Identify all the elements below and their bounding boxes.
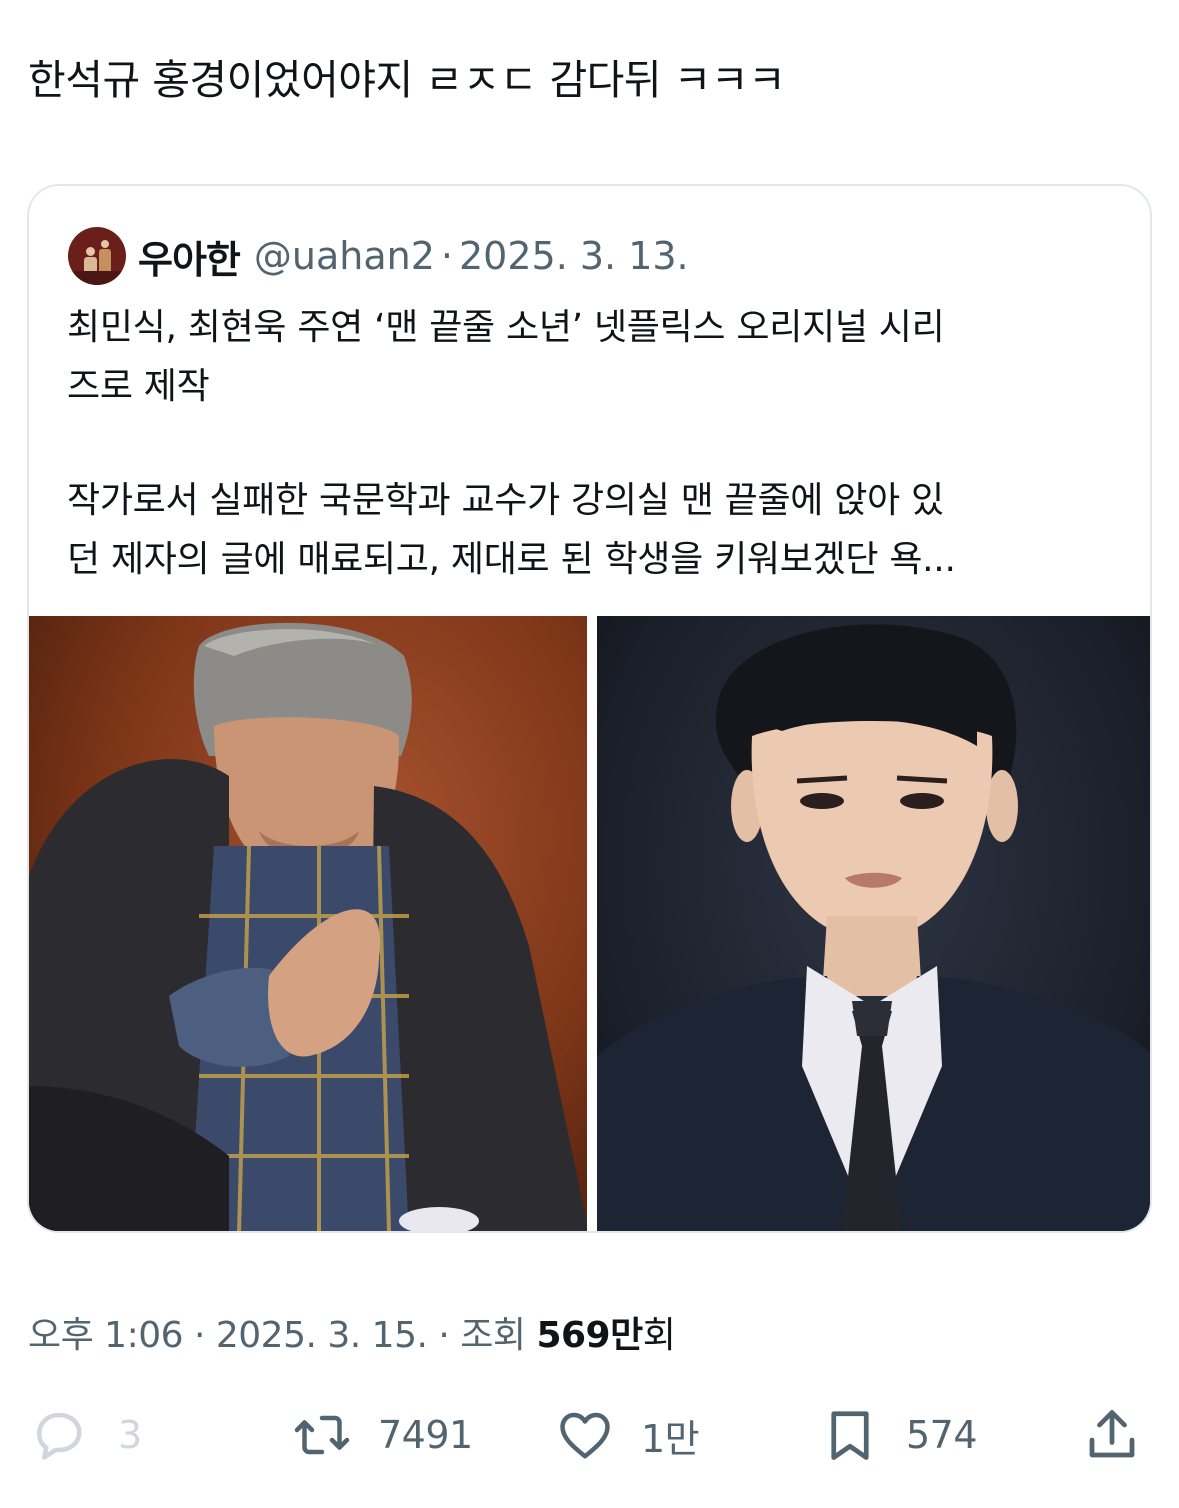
photo-older-man[interactable] bbox=[29, 616, 587, 1231]
tweet-meta: 오후 1:06 · 2025. 3. 15. · 조회 569만회 bbox=[28, 1306, 676, 1358]
share-button[interactable] bbox=[1082, 1400, 1142, 1470]
views-unit-man: 만 bbox=[610, 1315, 643, 1356]
avatar[interactable] bbox=[68, 227, 126, 285]
quoted-author-name[interactable]: 우아한 bbox=[138, 229, 241, 284]
action-bar: 3 7491 1만 574 bbox=[0, 1400, 1179, 1470]
views-label: 조회 bbox=[460, 1315, 537, 1356]
bookmark-button[interactable]: 574 bbox=[820, 1400, 978, 1470]
media-divider bbox=[587, 616, 597, 1231]
quoted-text-line: 던 제자의 글에 매료되고, 제대로 된 학생을 키워보겠단 욕... bbox=[67, 539, 956, 580]
retweet-button[interactable]: 7491 bbox=[292, 1400, 473, 1470]
retweet-icon bbox=[294, 1415, 350, 1455]
quoted-text-line: 작가로서 실패한 국문학과 교수가 강의실 맨 끝줄에 앉아 있 bbox=[67, 480, 944, 521]
reply-count: 3 bbox=[118, 1413, 142, 1457]
reply-button[interactable]: 3 bbox=[28, 1400, 142, 1470]
views-count: 569 bbox=[536, 1315, 611, 1356]
quoted-tweet-media bbox=[29, 616, 1150, 1231]
quoted-tweet-card[interactable]: 우아한 @uahan2 · 2025. 3. 13. 최민식, 최현욱 주연 ‘… bbox=[27, 184, 1152, 1233]
header-separator: · bbox=[440, 234, 453, 278]
bookmark-count: 574 bbox=[906, 1413, 978, 1457]
quoted-tweet-header: 우아한 @uahan2 · 2025. 3. 13. bbox=[68, 226, 689, 286]
photo-young-man[interactable] bbox=[597, 616, 1150, 1231]
quoted-author-handle[interactable]: @uahan2 bbox=[254, 234, 435, 278]
quoted-text-line: 즈로 제작 bbox=[67, 366, 210, 407]
tweet-date[interactable]: 2025. 3. 15. bbox=[216, 1315, 428, 1356]
tweet-text: 한석규 홍경이었어야지 ㄹㅈㄷ 감다뒤 ㅋㅋㅋ bbox=[28, 56, 786, 104]
bookmark-icon bbox=[831, 1411, 869, 1460]
heart-icon bbox=[560, 1412, 610, 1459]
quoted-tweet-date[interactable]: 2025. 3. 13. bbox=[459, 234, 689, 278]
reply-icon bbox=[37, 1412, 82, 1460]
like-count: 1만 bbox=[641, 1416, 700, 1461]
share-icon bbox=[1089, 1410, 1135, 1458]
quoted-text-line: 최민식, 최현욱 주연 ‘맨 끝줄 소년’ 넷플릭스 오리지널 시리 bbox=[67, 307, 945, 348]
views-unit-hoe: 회 bbox=[642, 1315, 676, 1356]
quoted-tweet-body: 최민식, 최현욱 주연 ‘맨 끝줄 소년’ 넷플릭스 오리지널 시리 즈로 제작… bbox=[67, 298, 1117, 589]
tweet-time[interactable]: 오후 1:06 bbox=[28, 1315, 184, 1356]
like-button[interactable]: 1만 bbox=[555, 1400, 700, 1470]
meta-separator: · bbox=[427, 1315, 461, 1356]
meta-separator: · bbox=[183, 1315, 216, 1356]
retweet-count: 7491 bbox=[378, 1413, 473, 1457]
